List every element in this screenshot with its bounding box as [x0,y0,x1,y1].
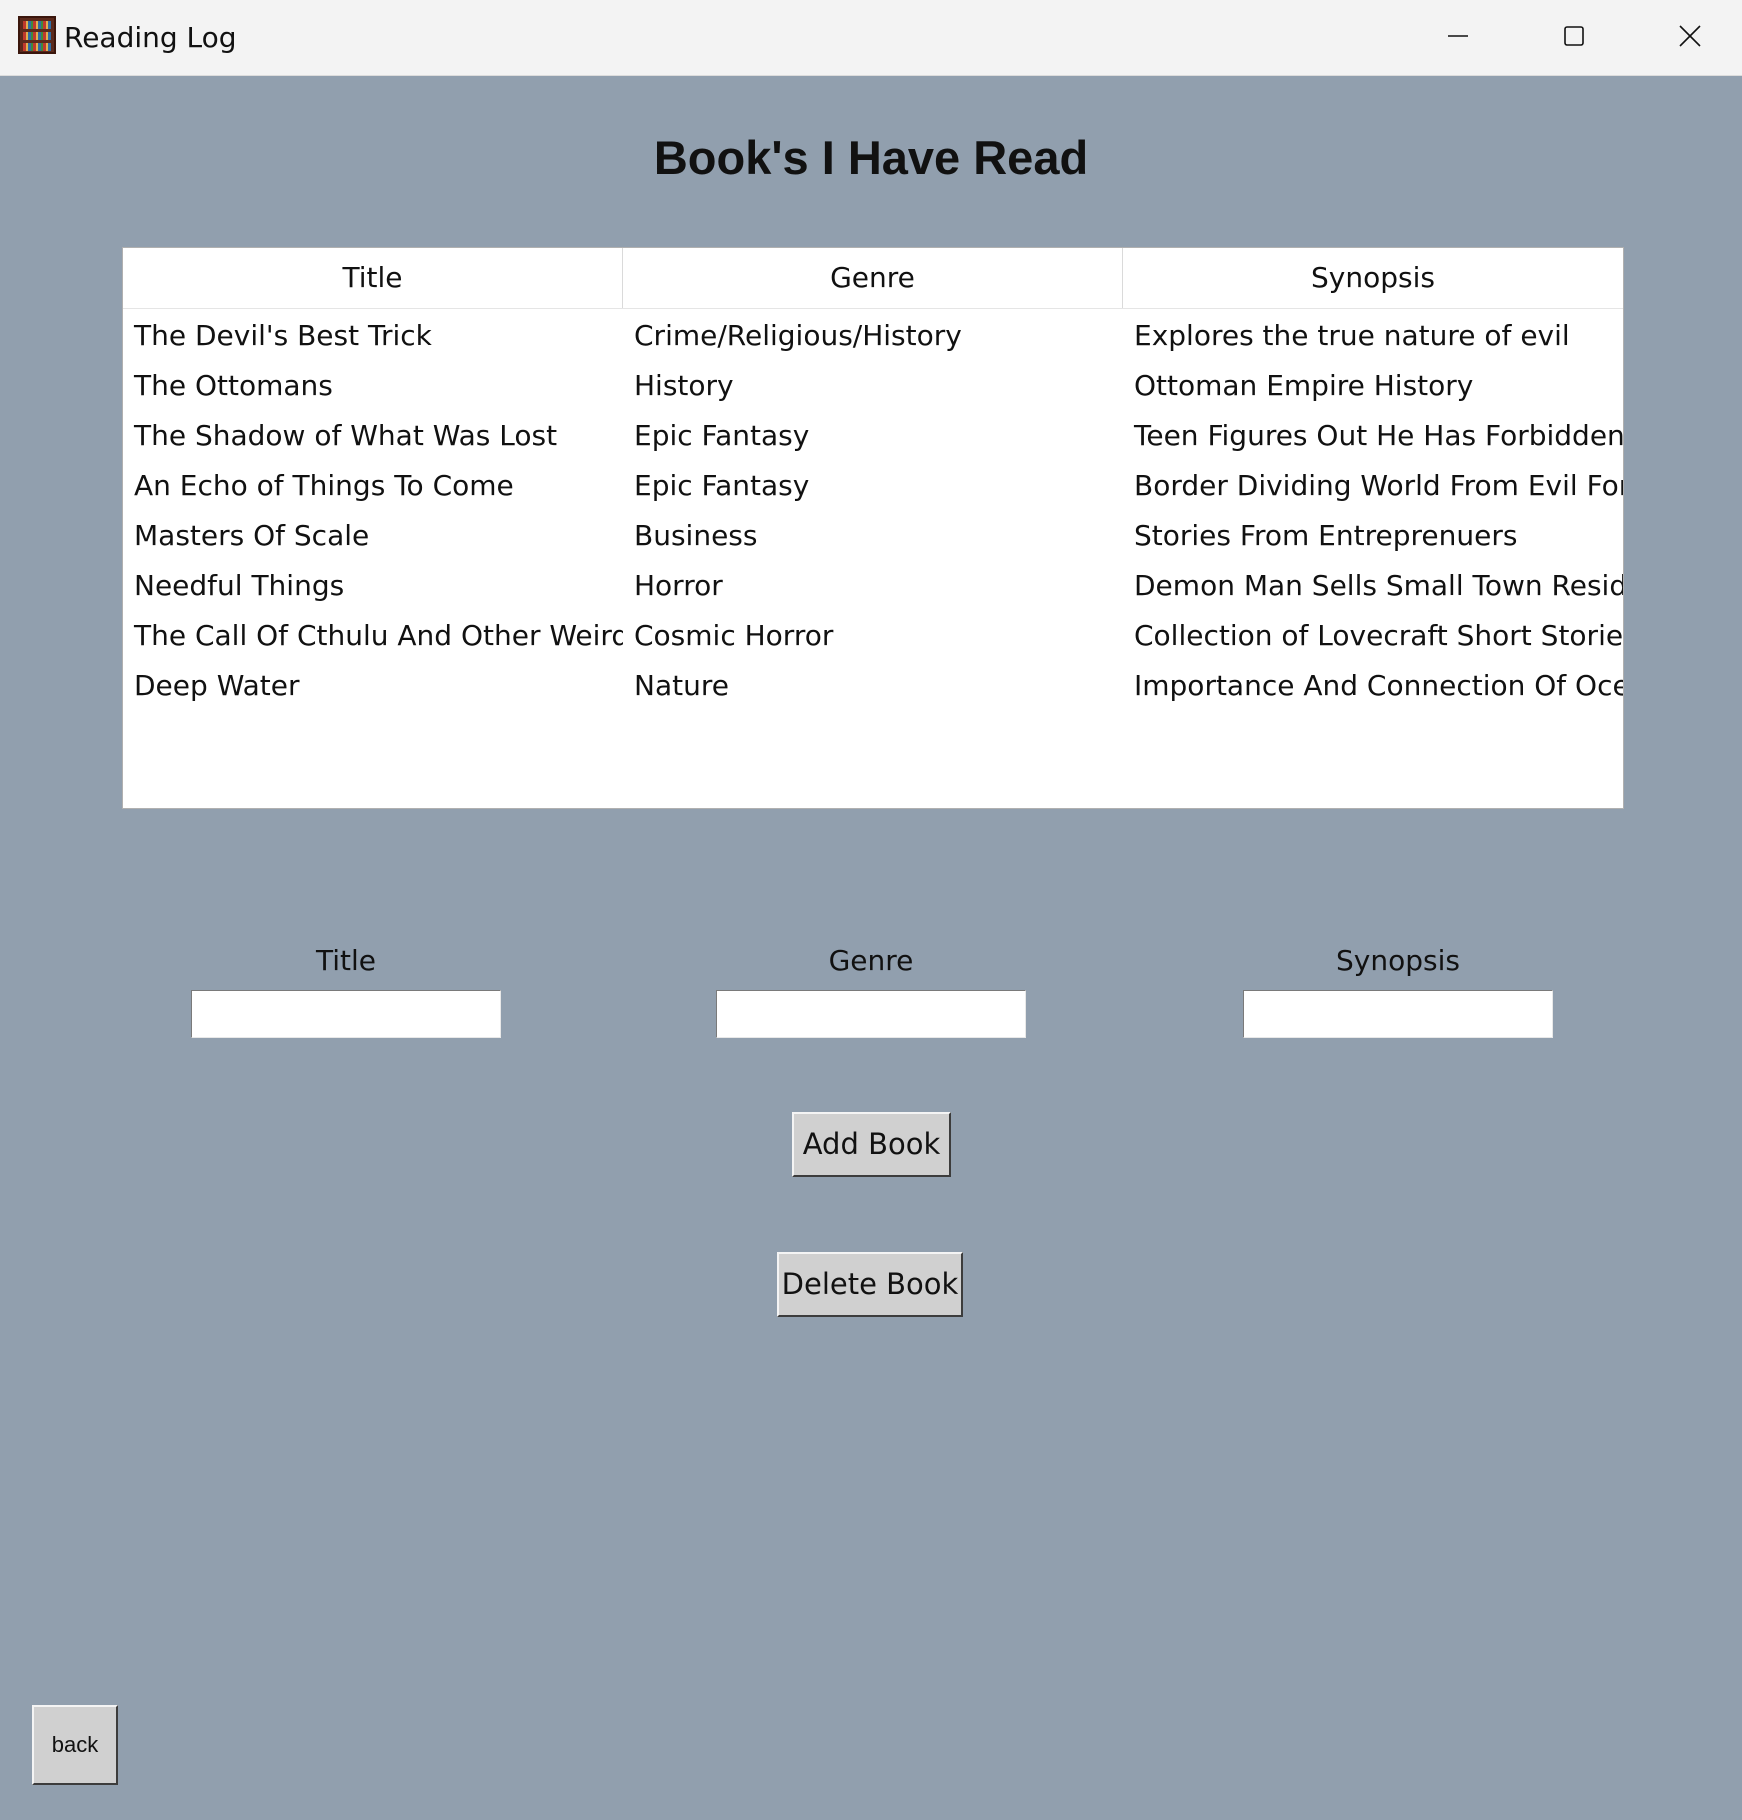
table-row[interactable]: The Devil's Best Trick Crime/Religious/H… [123,311,1623,361]
table-row[interactable]: An Echo of Things To Come Epic Fantasy B… [123,461,1623,511]
synopsis-label: Synopsis [1336,944,1460,977]
cell-synopsis: Teen Figures Out He Has Forbidden I [1134,419,1623,452]
table-row[interactable]: Needful Things Horror Demon Man Sells Sm… [123,561,1623,611]
title-label: Title [315,944,376,977]
cell-title: The Ottomans [134,369,333,402]
genre-label: Genre [828,944,914,977]
cell-synopsis: Importance And Connection Of Oce [1134,669,1623,702]
cell-synopsis: Stories From Entreprenuers [1134,519,1518,552]
cell-genre: Epic Fantasy [634,419,810,452]
close-icon [1679,25,1701,47]
cell-title: An Echo of Things To Come [134,469,514,502]
table-row[interactable]: The Shadow of What Was Lost Epic Fantasy… [123,411,1623,461]
page-title: Book's I Have Read [653,131,1089,184]
table-header: Title Genre Synopsis [123,248,1623,309]
cell-genre: Cosmic Horror [634,619,834,652]
table-row[interactable]: Deep Water Nature Importance And Connect… [123,661,1623,711]
cell-title: Deep Water [134,669,300,702]
table-row[interactable]: The Call Of Cthulu And Other Weird Cosmi… [123,611,1623,661]
column-header-title[interactable]: Title [123,248,623,308]
cell-title: The Devil's Best Trick [134,319,432,352]
cell-title: Masters Of Scale [134,519,370,552]
cell-synopsis: Ottoman Empire History [1134,369,1474,402]
cell-synopsis: Demon Man Sells Small Town Reside [1134,569,1623,602]
cell-genre: Epic Fantasy [634,469,810,502]
column-header-genre[interactable]: Genre [623,248,1123,308]
maximize-icon [1564,26,1584,46]
genre-input[interactable] [716,990,1026,1038]
table-body: The Devil's Best Trick Crime/Religious/H… [123,309,1623,711]
cell-synopsis: Border Dividing World From Evil Forc [1134,469,1623,502]
synopsis-input[interactable] [1243,990,1553,1038]
minimize-icon [1448,35,1468,37]
cell-title: Needful Things [134,569,345,602]
cell-title: The Shadow of What Was Lost [134,419,558,452]
back-button[interactable]: back [32,1705,118,1785]
bookshelf-icon [18,16,56,54]
title-input[interactable] [191,990,501,1038]
cell-synopsis: Collection of Lovecraft Short Stories [1134,619,1623,652]
cell-title: The Call Of Cthulu And Other Weird [134,619,623,652]
cell-genre: Horror [634,569,723,602]
cell-genre: Crime/Religious/History [634,319,962,352]
window-title: Reading Log [64,21,237,54]
cell-genre: Business [634,519,758,552]
books-table[interactable]: Title Genre Synopsis The Devil's Best Tr… [122,247,1624,809]
table-row[interactable]: The Ottomans History Ottoman Empire Hist… [123,361,1623,411]
cell-synopsis: Explores the true nature of evil [1134,319,1570,352]
minimize-button[interactable] [1400,0,1516,72]
add-book-button[interactable]: Add Book [792,1112,951,1177]
table-row[interactable]: Masters Of Scale Business Stories From E… [123,511,1623,561]
cell-genre: History [634,369,734,402]
column-header-synopsis[interactable]: Synopsis [1123,248,1623,308]
title-bar: Reading Log [0,0,1742,76]
app-window: Reading Log Book's I Have Read Title Gen… [0,0,1742,1820]
close-button[interactable] [1632,0,1742,72]
cell-genre: Nature [634,669,729,702]
maximize-button[interactable] [1516,0,1632,72]
delete-book-button[interactable]: Delete Book [777,1252,963,1317]
